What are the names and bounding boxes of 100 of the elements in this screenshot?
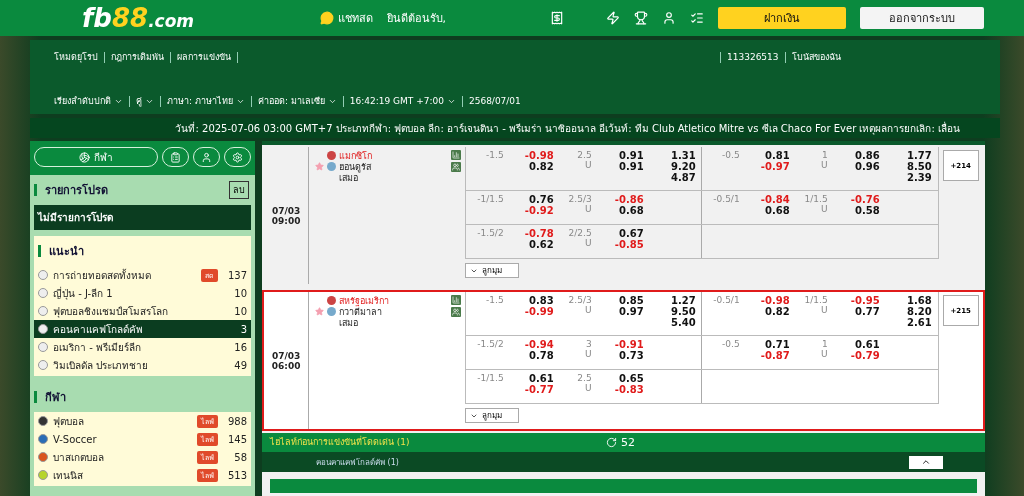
odds-value[interactable]: -0.95: [850, 295, 880, 306]
odds-value[interactable]: -0.99: [524, 306, 554, 317]
settings-dropdown[interactable]: เรียงลำดับปกติ: [54, 94, 123, 108]
clear-button[interactable]: ลบ: [229, 181, 249, 199]
odds-value[interactable]: -0.84: [760, 194, 790, 205]
odds-value[interactable]: 1.77: [906, 150, 932, 161]
settings-dropdown[interactable]: ค่าออด: มาเลเซีย: [257, 94, 337, 108]
under-label: U: [585, 204, 593, 214]
refresh-icon[interactable]: [606, 436, 617, 448]
star-icon[interactable]: [315, 307, 325, 316]
chat-bubble-icon[interactable]: [319, 11, 334, 25]
league-item[interactable]: ฟุตบอลชิงแชมป์สโมสรโลก 10: [34, 302, 251, 320]
odds-value[interactable]: 9.50: [670, 306, 696, 317]
odds-value[interactable]: -0.79: [850, 350, 880, 361]
collapse-button[interactable]: [909, 455, 943, 469]
league-title[interactable]: คอนคาแคฟโกลด์คัพ (1): [316, 455, 909, 469]
odds-value[interactable]: 2.39: [906, 172, 932, 183]
odds-value[interactable]: 0.83: [528, 295, 554, 306]
odds-value[interactable]: -0.83: [614, 384, 644, 395]
live-chat-link[interactable]: แชทสด: [319, 9, 373, 27]
league-item[interactable]: ญี่ปุ่น - J-ลีก 1 10: [34, 284, 251, 302]
odds-value[interactable]: 0.73: [618, 350, 644, 361]
odds-value[interactable]: -0.85: [614, 239, 644, 250]
refresh-button[interactable]: 52: [600, 434, 641, 450]
nav-link[interactable]: โหมดยุโรป: [54, 50, 98, 64]
settings-dropdown[interactable]: 16:42:19 GMT +7:00: [349, 96, 456, 106]
checklist-icon[interactable]: [690, 11, 704, 25]
odds-value[interactable]: 0.58: [854, 205, 880, 216]
league-item[interactable]: คอนคาแคฟโกลด์คัพ 3: [34, 320, 251, 338]
odds-value[interactable]: -0.91: [614, 339, 644, 350]
odds-value[interactable]: -0.92: [524, 205, 554, 216]
odds-value[interactable]: 2.61: [906, 317, 932, 328]
odds-value[interactable]: 0.61: [528, 373, 554, 384]
settings-dropdown[interactable]: คู่: [136, 94, 154, 108]
corners-dropdown[interactable]: ลูกมุม: [464, 263, 519, 278]
corners-dropdown[interactable]: ลูกมุม: [464, 408, 519, 423]
match-date: 07/03: [271, 205, 301, 216]
odds-value[interactable]: -0.76: [850, 194, 880, 205]
odds-value[interactable]: 5.40: [670, 317, 696, 328]
odds-value[interactable]: 0.67: [618, 228, 644, 239]
odds-value[interactable]: 0.81: [764, 150, 790, 161]
lineup-button[interactable]: [450, 162, 461, 172]
odds-value[interactable]: -0.86: [614, 194, 644, 205]
odds-value[interactable]: 0.91: [618, 150, 644, 161]
lineup-button[interactable]: [450, 307, 461, 317]
league-item[interactable]: อเมริกา - พรีเมียร์ลีก 16: [34, 338, 251, 356]
odds-value[interactable]: 0.97: [618, 306, 644, 317]
logout-button[interactable]: ออกจากระบบ: [860, 7, 984, 29]
odds-value[interactable]: 0.76: [528, 194, 554, 205]
odds-value[interactable]: 1.68: [906, 295, 932, 306]
nav-link[interactable]: กฎการเดิมพัน: [111, 50, 164, 64]
odds-value[interactable]: 0.62: [528, 239, 554, 250]
odds-value[interactable]: 0.71: [764, 339, 790, 350]
settings-dropdown[interactable]: 2568/07/01: [468, 96, 521, 106]
odds-value[interactable]: 8.50: [906, 161, 932, 172]
odds-value[interactable]: 0.96: [854, 161, 880, 172]
odds-value[interactable]: -0.94: [524, 339, 554, 350]
odds-value[interactable]: 0.68: [618, 205, 644, 216]
odds-value[interactable]: -0.77: [524, 384, 554, 395]
odds-value[interactable]: 9.20: [670, 161, 696, 172]
stats-button[interactable]: [450, 150, 461, 160]
caret-icon[interactable]: [921, 457, 931, 467]
odds-value[interactable]: 1.31: [670, 150, 696, 161]
odds-value[interactable]: 0.85: [618, 295, 644, 306]
odds-value[interactable]: 1.27: [670, 295, 696, 306]
odds-value[interactable]: -0.98: [760, 295, 790, 306]
total-line: 3: [585, 339, 593, 349]
odds-value[interactable]: -0.78: [524, 228, 554, 239]
logo[interactable]: fb88.com: [82, 3, 195, 33]
trophy-icon[interactable]: [634, 11, 648, 25]
odds-value[interactable]: 0.82: [528, 161, 554, 172]
receipt-icon[interactable]: [550, 11, 564, 25]
odds-value[interactable]: -0.87: [760, 350, 790, 361]
under-label: U: [821, 305, 829, 315]
ball-icon[interactable]: [79, 151, 90, 163]
odds-value[interactable]: 0.65: [618, 373, 644, 384]
league-item[interactable]: วิมเบิลดัล ประเภทชาย 49: [34, 356, 251, 374]
odds-value[interactable]: 0.68: [764, 205, 790, 216]
deposit-button[interactable]: ฝากเงิน: [718, 7, 846, 29]
odds-value[interactable]: 0.82: [764, 306, 790, 317]
total-line: 1/1.5: [804, 295, 829, 305]
odds-value[interactable]: 0.86: [854, 150, 880, 161]
odds-value[interactable]: -0.98: [524, 150, 554, 161]
stats-button[interactable]: [450, 295, 461, 305]
odds-value[interactable]: 4.87: [670, 172, 696, 183]
settings-dropdown[interactable]: ภาษา: ภาษาไทย: [167, 94, 245, 108]
user-icon[interactable]: [662, 11, 676, 25]
nav-link[interactable]: โบนัสของฉัน: [791, 50, 841, 64]
nav-link[interactable]: 113326513: [727, 52, 779, 62]
handicap-line: -1.5: [485, 295, 505, 307]
star-icon[interactable]: [315, 162, 325, 171]
odds-value[interactable]: 0.77: [854, 306, 880, 317]
odds-value[interactable]: 0.61: [854, 339, 880, 350]
nav-link[interactable]: ผลการแข่งขัน: [177, 50, 231, 64]
odds-value[interactable]: 0.91: [618, 161, 644, 172]
odds-value[interactable]: 8.20: [906, 306, 932, 317]
lightning-icon[interactable]: [606, 11, 620, 25]
odds-value[interactable]: -0.97: [760, 161, 790, 172]
odds-value[interactable]: 0.78: [528, 350, 554, 361]
under-label: U: [585, 383, 593, 393]
